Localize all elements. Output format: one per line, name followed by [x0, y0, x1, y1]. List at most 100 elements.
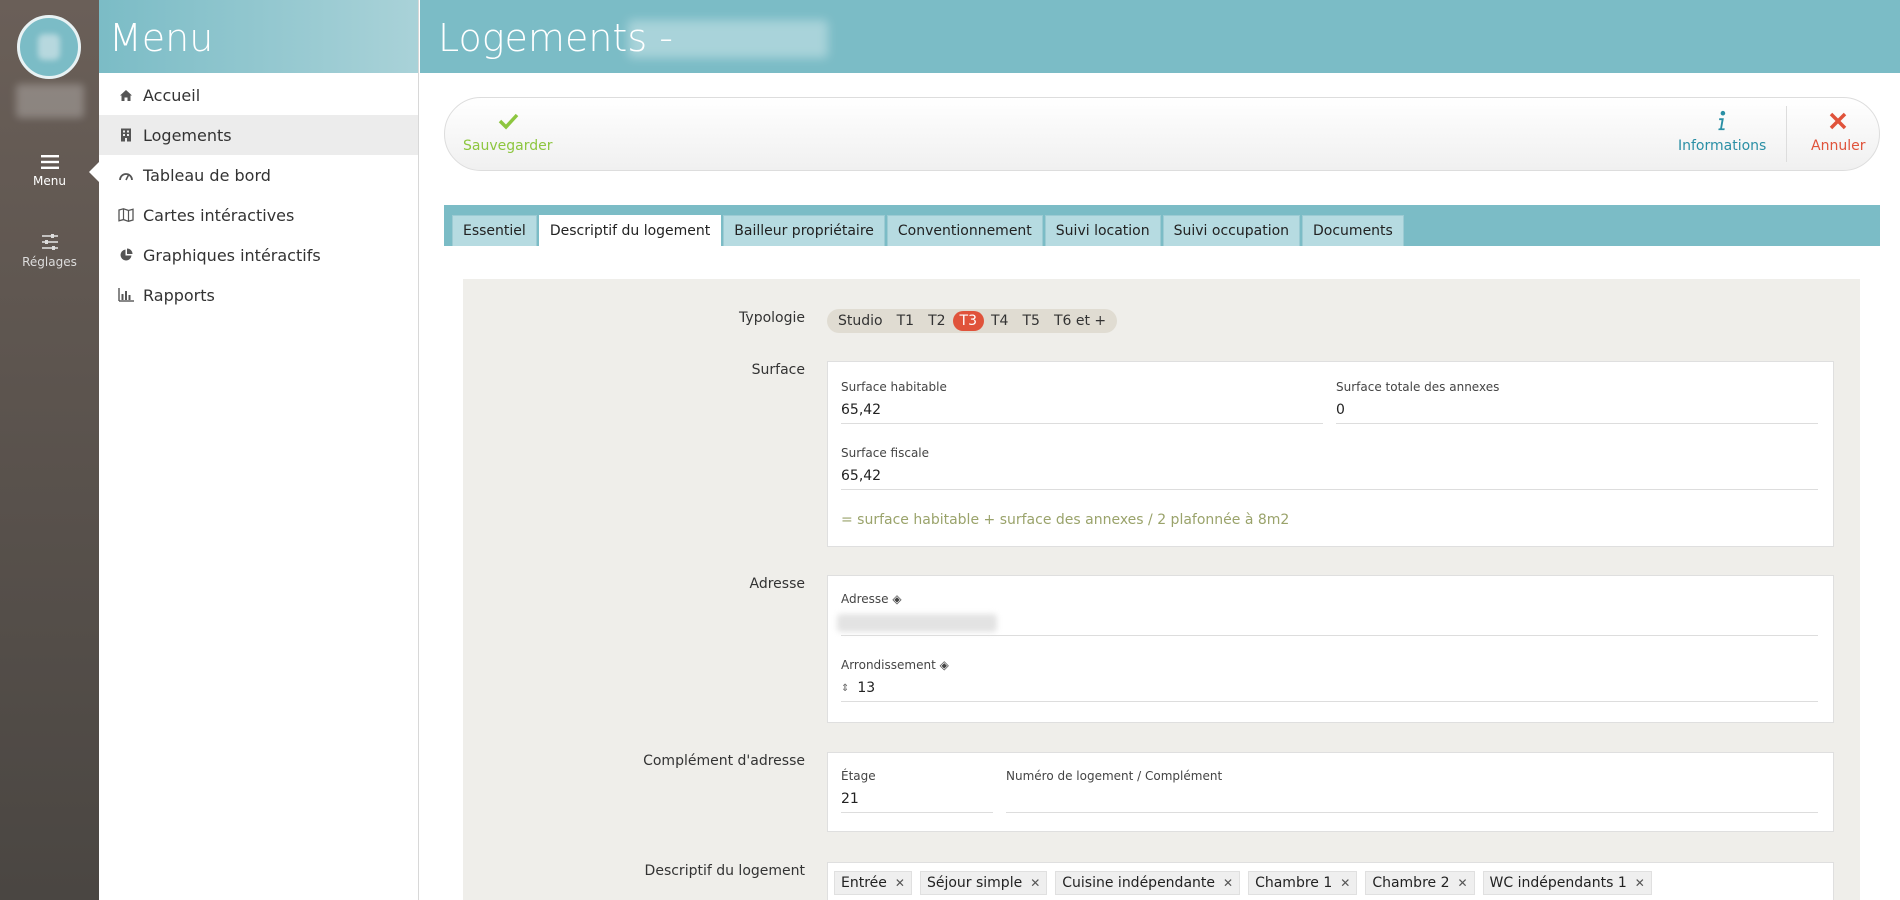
menu-item-label: Cartes intéractives	[143, 205, 295, 225]
arrondissement-select[interactable]: ⇕ 13	[841, 680, 1818, 702]
rail-settings-label: Réglages	[22, 255, 77, 269]
building-icon	[117, 128, 135, 142]
tab-descriptif-du-logement[interactable]: Descriptif du logement	[538, 215, 722, 246]
home-icon	[117, 89, 135, 102]
surface-label: Surface	[751, 362, 805, 378]
form-panel: Typologie Studio T1 T2 T3 T4 T5 T6 et + …	[463, 279, 1860, 900]
arrondissement-value: 13	[857, 680, 876, 696]
select-arrows-icon: ⇕	[841, 682, 850, 694]
typologie-option-t3[interactable]: T3	[952, 311, 984, 331]
menu-item-cartes[interactable]: Cartes intéractives	[99, 195, 418, 235]
tab-essentiel[interactable]: Essentiel	[452, 215, 537, 246]
tag-label: Chambre 1	[1255, 875, 1333, 891]
toolbar-divider	[1786, 106, 1787, 162]
menu-panel: Menu Accueil Logements Tableau de bord C…	[99, 0, 419, 900]
menu-item-accueil[interactable]: Accueil	[99, 75, 418, 115]
tag-chambre-1: Chambre 1 ✕	[1248, 871, 1358, 895]
tag-entree: Entrée ✕	[834, 871, 912, 895]
informations-label: Informations	[1678, 138, 1767, 154]
tag-label: Entrée	[841, 875, 887, 891]
surface-habitable-field: Surface habitable 65,42	[841, 380, 1323, 424]
rail-menu-button[interactable]: Menu	[0, 154, 99, 188]
left-rail: Menu Réglages	[0, 0, 99, 900]
close-icon	[1829, 112, 1847, 130]
adresse-blurred-value	[837, 614, 997, 632]
typologie-option-t5[interactable]: T5	[1015, 311, 1046, 331]
menu-item-label: Rapports	[143, 285, 215, 305]
menu-item-graphiques[interactable]: Graphiques intéractifs	[99, 235, 418, 275]
cancel-label: Annuler	[1811, 138, 1866, 154]
user-name-blurred	[16, 84, 84, 118]
tab-documents[interactable]: Documents	[1302, 215, 1404, 246]
typologie-option-t2[interactable]: T2	[921, 311, 952, 331]
menu-item-label: Tableau de bord	[143, 165, 271, 185]
descriptif-label: Descriptif du logement	[644, 863, 805, 879]
numero-field: Numéro de logement / Complément	[1006, 769, 1818, 813]
save-label: Sauvegarder	[463, 138, 553, 154]
remove-tag-icon[interactable]: ✕	[1340, 876, 1350, 890]
etage-label: Étage	[841, 769, 876, 783]
menu-item-label: Logements	[143, 125, 232, 145]
surface-annexes-input[interactable]: 0	[1336, 402, 1818, 424]
menu-title: Menu	[99, 0, 418, 73]
etage-field: Étage 21	[841, 769, 993, 813]
surface-habitable-input[interactable]: 65,42	[841, 402, 1323, 424]
adresse-box: Adresse ◈ Arrondissement ◈ ⇕ 13	[827, 575, 1834, 723]
tag-label: Chambre 2	[1372, 875, 1450, 891]
remove-tag-icon[interactable]: ✕	[1635, 876, 1645, 890]
remove-tag-icon[interactable]: ✕	[1030, 876, 1040, 890]
numero-input[interactable]	[1006, 791, 1818, 813]
cancel-button[interactable]: Annuler	[1811, 110, 1865, 154]
typologie-option-t6-plus[interactable]: T6 et +	[1047, 311, 1113, 331]
action-toolbar: Sauvegarder Informations Annuler	[444, 97, 1880, 171]
page-header: Logements -	[420, 0, 1900, 73]
complement-label: Complément d'adresse	[643, 753, 805, 769]
save-button[interactable]: Sauvegarder	[463, 110, 552, 154]
tab-bar: Essentiel Descriptif du logement Bailleu…	[444, 205, 1880, 246]
menu-item-logements[interactable]: Logements	[99, 115, 418, 155]
typologie-option-t4[interactable]: T4	[984, 311, 1015, 331]
remove-tag-icon[interactable]: ✕	[1223, 876, 1233, 890]
typologie-option-studio[interactable]: Studio	[831, 311, 890, 331]
surface-fiscale-hint: = surface habitable + surface des annexe…	[841, 512, 1290, 528]
tab-conventionnement[interactable]: Conventionnement	[886, 215, 1043, 246]
menu-item-tableau-de-bord[interactable]: Tableau de bord	[99, 155, 418, 195]
active-pointer	[89, 162, 99, 182]
tag-cuisine-independante: Cuisine indépendante ✕	[1055, 871, 1241, 895]
tab-bailleur-proprietaire[interactable]: Bailleur propriétaire	[723, 215, 885, 246]
pie-chart-icon	[117, 248, 135, 262]
adresse-input[interactable]	[837, 614, 1818, 636]
tag-label: Cuisine indépendante	[1062, 875, 1216, 891]
hamburger-icon	[40, 155, 59, 169]
informations-button[interactable]: Informations	[1678, 110, 1766, 154]
menu-item-rapports[interactable]: Rapports	[99, 275, 418, 315]
typologie-label: Typologie	[739, 310, 805, 326]
tab-suivi-location[interactable]: Suivi location	[1044, 215, 1161, 246]
title-blurred-part	[628, 20, 828, 58]
arrondissement-field: Arrondissement ◈ ⇕ 13	[841, 658, 1818, 702]
rail-menu-label: Menu	[33, 174, 66, 188]
typologie-option-t1[interactable]: T1	[890, 311, 921, 331]
rail-settings-button[interactable]: Réglages	[0, 233, 99, 269]
remove-tag-icon[interactable]: ✕	[1457, 876, 1467, 890]
tag-label: WC indépendants 1	[1489, 875, 1627, 891]
checkmark-icon	[498, 113, 519, 130]
surface-fiscale-input[interactable]: 65,42	[841, 468, 1818, 490]
adresse-field: Adresse ◈	[837, 592, 1818, 636]
info-icon	[1718, 110, 1726, 131]
menu-item-label: Graphiques intéractifs	[143, 245, 321, 265]
surface-box: Surface habitable 65,42 Surface totale d…	[827, 361, 1834, 547]
tab-suivi-occupation[interactable]: Suivi occupation	[1162, 215, 1301, 246]
surface-annexes-label: Surface totale des annexes	[1336, 380, 1500, 394]
sliders-icon	[41, 234, 58, 250]
bar-chart-icon	[117, 288, 135, 302]
descriptif-tags-input[interactable]: Entrée ✕ Séjour simple ✕ Cuisine indépenda…	[827, 862, 1834, 900]
surface-fiscale-label: Surface fiscale	[841, 446, 930, 460]
etage-input[interactable]: 21	[841, 791, 993, 813]
avatar[interactable]	[17, 15, 81, 79]
adresse-label: Adresse	[749, 576, 805, 592]
gauge-icon	[117, 169, 135, 181]
typologie-selector: Studio T1 T2 T3 T4 T5 T6 et +	[827, 309, 1118, 333]
remove-tag-icon[interactable]: ✕	[895, 876, 905, 890]
tag-sejour-simple: Séjour simple ✕	[919, 871, 1048, 895]
